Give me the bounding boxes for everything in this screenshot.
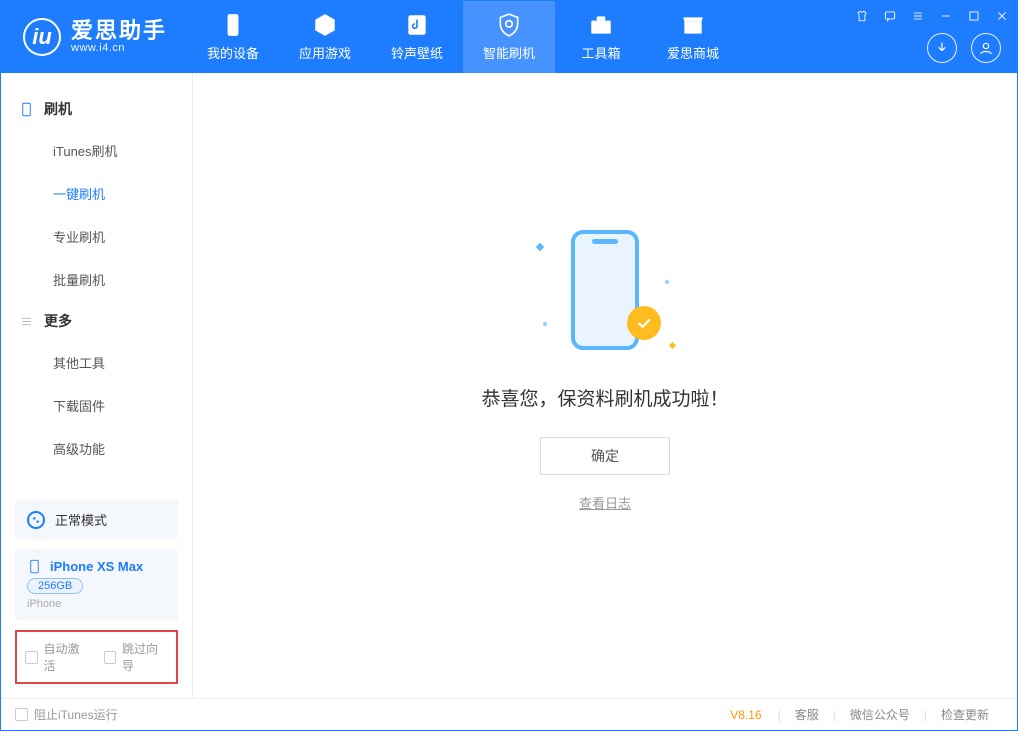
- mode-card[interactable]: 正常模式: [15, 500, 178, 539]
- device-icon: [220, 12, 246, 38]
- main-content: 恭喜您，保资料刷机成功啦！ 确定 查看日志: [193, 73, 1017, 698]
- list-icon: [19, 314, 34, 329]
- shield-icon: [496, 12, 522, 38]
- phone-icon: [19, 102, 34, 117]
- tab-store[interactable]: 爱思商城: [647, 1, 739, 73]
- cube-icon: [312, 12, 338, 38]
- success-illustration: [535, 220, 675, 360]
- ok-button[interactable]: 确定: [540, 437, 670, 475]
- minimize-icon[interactable]: [935, 5, 957, 27]
- tab-label: 我的设备: [207, 43, 259, 62]
- checkbox-skip-setup[interactable]: 跳过向导: [104, 640, 169, 674]
- view-log-link[interactable]: 查看日志: [579, 493, 631, 512]
- version-label: V8.16: [730, 708, 761, 722]
- group-title: 刷机: [44, 99, 72, 119]
- logo-area: iu 爱思助手 www.i4.cn: [1, 1, 187, 73]
- statusbar-right: V8.16 | 客服 | 微信公众号 | 检查更新: [730, 706, 1003, 723]
- link-wechat[interactable]: 微信公众号: [836, 706, 924, 723]
- sidebar-group-more: 更多: [1, 301, 192, 341]
- sidebar-item-download-firmware[interactable]: 下载固件: [1, 384, 192, 427]
- tab-label: 智能刷机: [483, 43, 535, 62]
- checkmark-icon: [627, 306, 661, 340]
- success-title: 恭喜您，保资料刷机成功啦！: [481, 384, 728, 411]
- options-row-highlighted: 自动激活 跳过向导: [15, 630, 178, 684]
- feedback-icon[interactable]: [879, 5, 901, 27]
- download-icon[interactable]: [927, 33, 957, 63]
- sidebar-bottom: 正常模式 iPhone XS Max 256GB iPhone 自动激活: [1, 500, 192, 698]
- sidebar: 刷机 iTunes刷机 一键刷机 专业刷机 批量刷机 更多 其他工具 下载固件 …: [1, 73, 193, 698]
- device-card[interactable]: iPhone XS Max 256GB iPhone: [15, 549, 178, 620]
- sidebar-item-oneclick-flash[interactable]: 一键刷机: [1, 172, 192, 215]
- nav-tabs: 我的设备 应用游戏 铃声壁纸 智能刷机 工具箱 爱思商城: [187, 1, 739, 73]
- sidebar-item-advanced[interactable]: 高级功能: [1, 427, 192, 470]
- spark-icon: [536, 242, 544, 250]
- checkbox-block-itunes[interactable]: 阻止iTunes运行: [15, 706, 118, 723]
- phone-icon: [27, 559, 42, 574]
- logo-text: 爱思助手 www.i4.cn: [71, 20, 167, 54]
- checkbox-label: 跳过向导: [122, 640, 168, 674]
- group-title: 更多: [44, 311, 72, 331]
- header-action-icons: [927, 33, 1001, 63]
- spark-icon: [669, 341, 676, 348]
- app-window: iu 爱思助手 www.i4.cn 我的设备 应用游戏 铃声壁纸 智能刷机: [0, 0, 1018, 731]
- link-support[interactable]: 客服: [781, 706, 833, 723]
- music-icon: [404, 12, 430, 38]
- body: 刷机 iTunes刷机 一键刷机 专业刷机 批量刷机 更多 其他工具 下载固件 …: [1, 73, 1017, 698]
- device-type: iPhone: [27, 598, 166, 610]
- app-title: 爱思助手: [71, 20, 167, 42]
- mode-label: 正常模式: [55, 510, 107, 529]
- checkbox-icon: [104, 651, 117, 664]
- statusbar-left: 阻止iTunes运行: [15, 706, 118, 723]
- sidebar-item-batch-flash[interactable]: 批量刷机: [1, 258, 192, 301]
- titlebar: iu 爱思助手 www.i4.cn 我的设备 应用游戏 铃声壁纸 智能刷机: [1, 1, 1017, 73]
- sidebar-scroll: 刷机 iTunes刷机 一键刷机 专业刷机 批量刷机 更多 其他工具 下载固件 …: [1, 73, 192, 500]
- toolbox-icon: [588, 12, 614, 38]
- user-icon[interactable]: [971, 33, 1001, 63]
- menu-icon[interactable]: [907, 5, 929, 27]
- checkbox-auto-activate[interactable]: 自动激活: [25, 640, 90, 674]
- tshirt-icon[interactable]: [851, 5, 873, 27]
- maximize-icon[interactable]: [963, 5, 985, 27]
- close-icon[interactable]: [991, 5, 1013, 27]
- checkbox-icon: [25, 651, 38, 664]
- store-icon: [680, 12, 706, 38]
- device-name: iPhone XS Max: [50, 559, 143, 574]
- tab-label: 应用游戏: [299, 43, 351, 62]
- sidebar-item-other-tools[interactable]: 其他工具: [1, 341, 192, 384]
- link-check-update[interactable]: 检查更新: [927, 706, 1003, 723]
- checkbox-label: 自动激活: [44, 640, 90, 674]
- tab-toolbox[interactable]: 工具箱: [555, 1, 647, 73]
- tab-label: 工具箱: [582, 43, 621, 62]
- tab-label: 爱思商城: [667, 43, 719, 62]
- tab-ringtones[interactable]: 铃声壁纸: [371, 1, 463, 73]
- sidebar-group-flash: 刷机: [1, 89, 192, 129]
- statusbar: 阻止iTunes运行 V8.16 | 客服 | 微信公众号 | 检查更新: [1, 698, 1017, 730]
- app-url: www.i4.cn: [71, 42, 167, 54]
- mode-icon: [27, 511, 45, 529]
- checkbox-label: 阻止iTunes运行: [34, 706, 118, 723]
- dot-icon: [665, 280, 669, 284]
- tab-apps-games[interactable]: 应用游戏: [279, 1, 371, 73]
- tab-my-device[interactable]: 我的设备: [187, 1, 279, 73]
- sidebar-item-pro-flash[interactable]: 专业刷机: [1, 215, 192, 258]
- window-controls: [851, 5, 1013, 27]
- tab-flash[interactable]: 智能刷机: [463, 1, 555, 73]
- dot-icon: [543, 322, 547, 326]
- checkbox-icon: [15, 708, 28, 721]
- tab-label: 铃声壁纸: [391, 43, 443, 62]
- sidebar-item-itunes-flash[interactable]: iTunes刷机: [1, 129, 192, 172]
- device-storage: 256GB: [27, 578, 83, 594]
- app-logo-icon: iu: [23, 18, 61, 56]
